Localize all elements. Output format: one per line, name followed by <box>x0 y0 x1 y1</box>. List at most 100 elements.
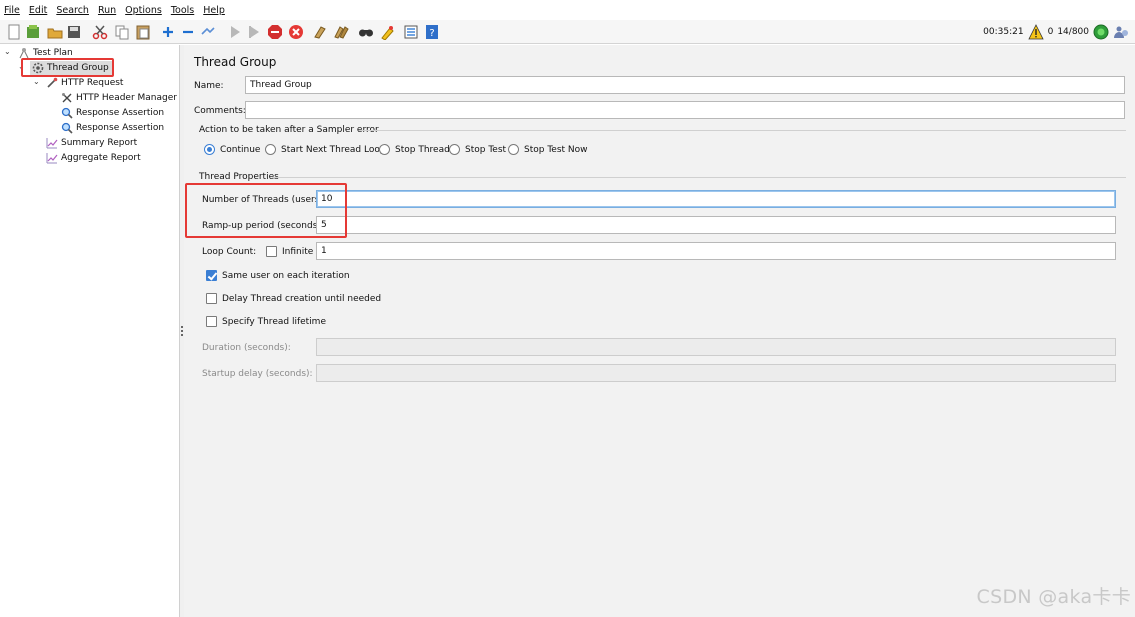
remote-engine-icon[interactable] <box>1113 24 1129 40</box>
shutdown-icon[interactable] <box>288 24 304 40</box>
reset-search-icon[interactable] <box>379 24 395 40</box>
chevron-down-icon[interactable]: ⌄ <box>33 77 40 86</box>
panel-title: Thread Group <box>194 55 277 69</box>
function-helper-icon[interactable] <box>403 24 419 40</box>
radio-dot <box>379 144 390 155</box>
checkbox-box <box>206 316 217 327</box>
start-no-pause-icon[interactable] <box>246 24 262 40</box>
toolbar: ? 00:35:21 0 14/800 <box>0 20 1135 44</box>
tree-label: Summary Report <box>61 138 138 148</box>
infinite-checkbox[interactable]: Infinite <box>266 246 313 257</box>
startup-delay-field[interactable] <box>316 364 1116 382</box>
radio-label: Stop Test <box>465 144 507 155</box>
tree-label: Thread Group <box>47 63 109 73</box>
thread-group-panel: Thread Group Name: Thread Group Comments… <box>184 45 1135 617</box>
new-icon[interactable] <box>6 24 22 40</box>
radio-stop-test-now[interactable]: Stop Test Now <box>508 144 588 155</box>
checkbox-label: Infinite <box>282 246 314 257</box>
templates-icon[interactable] <box>25 24 41 40</box>
help-icon[interactable]: ? <box>424 24 440 40</box>
radio-stop-test[interactable]: Stop Test <box>449 144 506 155</box>
paste-icon[interactable] <box>135 24 151 40</box>
num-threads-field[interactable]: 10 <box>316 190 1116 208</box>
menu-search[interactable]: Search <box>56 5 89 16</box>
clear-all-icon[interactable] <box>333 24 349 40</box>
menu-help[interactable]: Help <box>203 5 225 16</box>
startup-delay-label: Startup delay (seconds): <box>202 369 313 379</box>
radio-dot <box>204 144 215 155</box>
copy-icon[interactable] <box>114 24 130 40</box>
gear-icon <box>32 62 44 74</box>
open-icon[interactable] <box>47 24 63 40</box>
tree-label: Test Plan <box>33 48 73 58</box>
menu-bar: File Edit Search Run Options Tools Help <box>0 0 1135 20</box>
chevron-down-icon[interactable]: ⌄ <box>18 62 25 71</box>
radio-dot <box>508 144 519 155</box>
tree-label: Aggregate Report <box>61 153 141 163</box>
loop-count-field[interactable]: 1 <box>316 242 1116 260</box>
comments-field[interactable] <box>245 101 1125 119</box>
radio-dot <box>449 144 460 155</box>
tree-label: HTTP Header Manager <box>76 93 177 103</box>
tree-node-http-request[interactable]: HTTP Request <box>46 76 123 90</box>
name-field[interactable]: Thread Group <box>245 76 1125 94</box>
stop-icon[interactable] <box>267 24 283 40</box>
search-icon[interactable] <box>358 24 374 40</box>
specify-lifetime-checkbox[interactable]: Specify Thread lifetime <box>206 316 326 327</box>
radio-stop-thread[interactable]: Stop Thread <box>379 144 450 155</box>
tree-label: Response Assertion <box>76 123 165 133</box>
splitter-grip[interactable] <box>181 326 183 336</box>
watermark: CSDN @aka卡卡 <box>976 586 1131 608</box>
delay-thread-checkbox[interactable]: Delay Thread creation until needed <box>206 293 381 304</box>
sampler-error-title: Action to be taken after a Sampler error <box>199 125 379 135</box>
cut-icon[interactable] <box>92 24 108 40</box>
tree-node-thread-group[interactable]: Thread Group <box>30 61 113 75</box>
collapse-icon[interactable] <box>180 24 196 40</box>
menu-file[interactable]: File <box>4 5 20 16</box>
running-status-icon <box>1093 24 1109 40</box>
checkbox-label: Same user on each iteration <box>222 270 350 281</box>
menu-tools[interactable]: Tools <box>171 5 194 16</box>
checkbox-box <box>266 246 277 257</box>
name-label: Name: <box>194 81 224 91</box>
tree-node-aggregate-report[interactable]: Aggregate Report <box>46 151 141 165</box>
radio-label: Stop Test Now <box>524 144 588 155</box>
save-icon[interactable] <box>66 24 82 40</box>
tree-label: Response Assertion <box>76 108 165 118</box>
comments-label: Comments: <box>194 106 246 116</box>
expand-icon[interactable] <box>160 24 176 40</box>
tree-label: HTTP Request <box>61 78 124 88</box>
toggle-icon[interactable] <box>200 24 216 40</box>
checkbox-box <box>206 270 217 281</box>
duration-label: Duration (seconds): <box>202 343 291 353</box>
divider <box>359 130 1126 131</box>
radio-label: Continue <box>220 144 261 155</box>
chart-icon <box>46 152 58 164</box>
thread-properties-title: Thread Properties <box>199 172 279 182</box>
radio-start-next-thread-loop[interactable]: Start Next Thread Loop <box>265 144 386 155</box>
clear-icon[interactable] <box>312 24 328 40</box>
tree-node-http-header-manager[interactable]: HTTP Header Manager <box>61 91 177 105</box>
rampup-field[interactable]: 5 <box>316 216 1116 234</box>
radio-label: Start Next Thread Loop <box>281 144 386 155</box>
chevron-down-icon[interactable]: ⌄ <box>4 47 11 56</box>
pipette-icon <box>46 77 58 89</box>
warning-icon[interactable] <box>1027 24 1044 40</box>
radio-continue[interactable]: Continue <box>204 144 260 155</box>
menu-edit[interactable]: Edit <box>29 5 47 16</box>
rampup-label: Ramp-up period (seconds): <box>202 221 324 231</box>
tree-node-response-assertion[interactable]: Response Assertion <box>61 106 164 120</box>
magnifier-icon <box>61 107 73 119</box>
elapsed-time: 00:35:21 <box>983 27 1024 37</box>
same-user-checkbox[interactable]: Same user on each iteration <box>206 270 350 281</box>
start-icon[interactable] <box>227 24 243 40</box>
test-plan-icon <box>18 47 30 59</box>
tree-node-response-assertion[interactable]: Response Assertion <box>61 121 164 135</box>
magnifier-icon <box>61 122 73 134</box>
duration-field[interactable] <box>316 338 1116 356</box>
menu-run[interactable]: Run <box>98 5 116 16</box>
tree-node-test-plan[interactable]: Test Plan <box>18 46 73 60</box>
menu-options[interactable]: Options <box>125 5 162 16</box>
tree-node-summary-report[interactable]: Summary Report <box>46 136 137 150</box>
warning-count: 0 <box>1047 27 1054 37</box>
